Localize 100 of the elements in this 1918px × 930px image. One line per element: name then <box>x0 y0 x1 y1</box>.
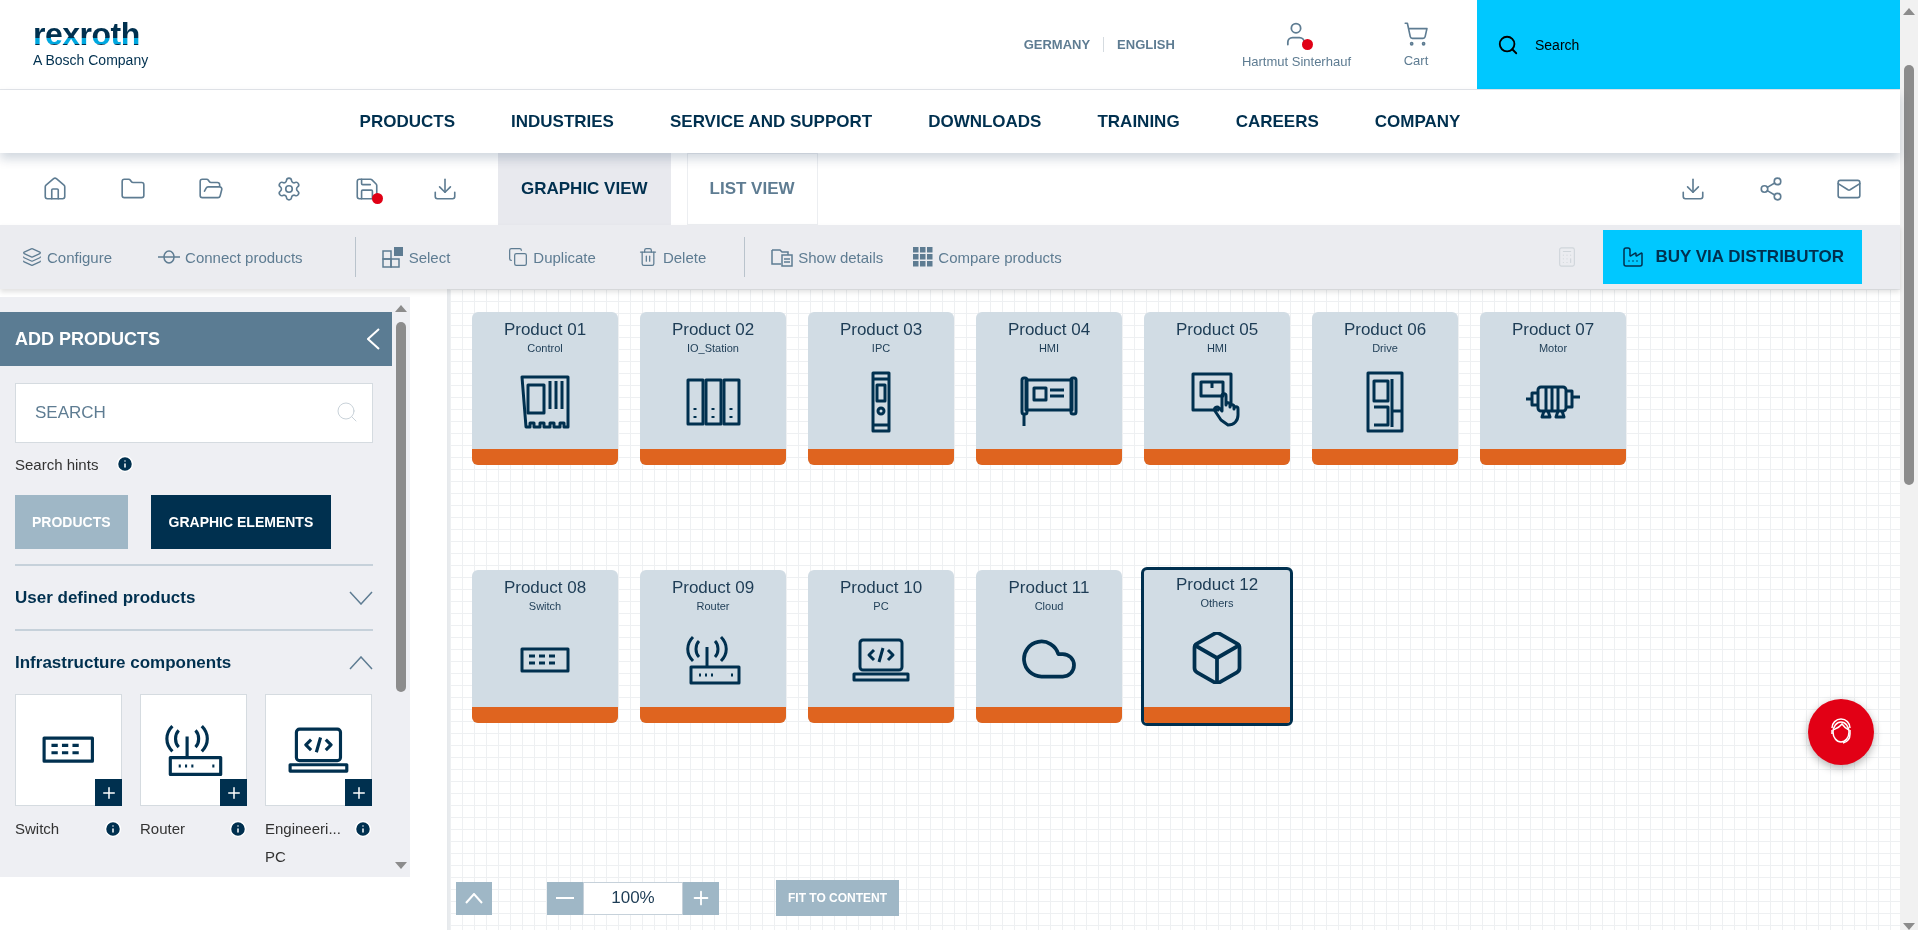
product-node[interactable]: Product 08 Switch <box>472 570 618 723</box>
country-link[interactable]: GERMANY <box>1010 37 1104 52</box>
share-icon <box>1758 176 1784 202</box>
scroll-up-button[interactable] <box>456 881 492 915</box>
search-hints-label: Search hints <box>15 455 99 473</box>
add-button[interactable] <box>95 779 122 806</box>
product-type: Control <box>527 342 563 354</box>
component-label: PC <box>265 847 287 867</box>
product-name: Product 11 <box>1008 578 1090 598</box>
toolbar-action[interactable]: Duplicate <box>508 247 596 267</box>
language-link[interactable]: ENGLISH <box>1103 37 1188 52</box>
component-label: Router <box>140 819 186 839</box>
component-card[interactable] <box>15 694 122 806</box>
toolbar-action[interactable]: Delete <box>637 247 707 267</box>
page-scrollbar[interactable] <box>1900 0 1918 930</box>
nav-link[interactable]: COMPANY <box>1374 111 1461 132</box>
search-bar[interactable]: Search <box>1477 0 1900 89</box>
network-switch-icon <box>520 646 570 673</box>
info-icon[interactable] <box>104 820 122 838</box>
product-type: Drive <box>1372 342 1398 354</box>
buy-via-distributor-button[interactable]: BUY VIA DISTRIBUTOR <box>1603 230 1862 284</box>
user-account-button[interactable]: Hartmut Sinterhauf <box>1235 0 1357 89</box>
cart-button[interactable]: Cart <box>1397 0 1435 89</box>
logo-tagline: A Bosch Company <box>33 52 150 68</box>
toolbar-action[interactable]: Configure <box>22 247 113 267</box>
product-name: Product 07 <box>1511 320 1595 340</box>
product-node[interactable]: Product 09 Router <box>640 570 786 723</box>
search-input[interactable]: Search <box>1533 35 1833 54</box>
motor-icon <box>1524 384 1582 419</box>
zoom-field[interactable]: 100% <box>583 881 683 915</box>
nav-link[interactable]: TRAINING <box>1097 111 1180 132</box>
info-icon[interactable] <box>116 455 135 473</box>
product-name: Product 06 <box>1343 320 1427 340</box>
laptop-code-icon <box>852 637 910 682</box>
accordion-header[interactable]: Infrastructure components <box>15 631 373 694</box>
add-button[interactable] <box>345 779 372 806</box>
module-rack-icon <box>685 377 741 426</box>
home-icon <box>42 176 68 202</box>
chevron-up-icon <box>465 892 483 904</box>
industrial-pc-icon <box>871 370 891 433</box>
cart-icon <box>1403 21 1429 47</box>
product-name: Product 04 <box>1007 320 1091 340</box>
select-grid-icon <box>381 246 404 268</box>
add-button[interactable] <box>220 779 247 806</box>
diagram-canvas[interactable] <box>448 289 1900 930</box>
search-icon <box>1497 33 1519 56</box>
view-tab[interactable]: GRAPHIC VIEW <box>498 153 671 225</box>
download-icon <box>432 176 458 202</box>
zoom-out-button[interactable] <box>547 881 583 915</box>
product-type: IO_Station <box>687 342 739 354</box>
product-type: Cloud <box>1034 600 1064 612</box>
product-node[interactable]: Product 12 Others <box>1141 567 1293 726</box>
factory-icon <box>1621 245 1646 269</box>
product-node[interactable]: Product 07 Motor <box>1480 312 1626 465</box>
collapse-icon[interactable] <box>367 328 380 350</box>
info-icon[interactable] <box>229 820 247 838</box>
product-type: IPC <box>871 342 891 354</box>
support-button[interactable] <box>1808 699 1874 765</box>
component-card[interactable] <box>265 694 372 806</box>
product-type: PC <box>873 600 889 612</box>
product-node[interactable]: Product 11 Cloud <box>976 570 1122 723</box>
product-node[interactable]: Product 06 Drive <box>1312 312 1458 465</box>
zoom-in-button[interactable] <box>683 881 719 915</box>
product-node[interactable]: Product 04 HMI <box>976 312 1122 465</box>
router-icon <box>164 723 223 777</box>
cube-icon <box>1191 632 1243 684</box>
info-icon[interactable] <box>354 820 372 838</box>
search-field[interactable]: SEARCH <box>15 383 373 443</box>
toolbar-action[interactable]: Select <box>381 246 451 268</box>
product-node[interactable]: Product 01 Control <box>472 312 618 465</box>
product-type: Router <box>696 600 730 612</box>
product-node[interactable]: Product 05 HMI <box>1144 312 1290 465</box>
search-icon <box>335 400 359 424</box>
nav-link[interactable]: DOWNLOADS <box>928 111 1042 132</box>
component-card[interactable] <box>140 694 247 806</box>
toolbar-action[interactable]: Compare products <box>913 247 1062 267</box>
panel-title: ADD PRODUCTS <box>15 328 160 350</box>
view-tab[interactable]: LIST VIEW <box>686 153 818 225</box>
toolbar-action[interactable]: Connect products <box>158 248 303 266</box>
settings-icon <box>276 176 302 202</box>
product-node[interactable]: Product 02 IO_Station <box>640 312 786 465</box>
product-type: Others <box>1200 597 1234 609</box>
product-name: Product 01 <box>503 320 587 340</box>
product-node[interactable]: Product 03 IPC <box>808 312 954 465</box>
panel-tab[interactable]: GRAPHIC ELEMENTS <box>150 495 332 549</box>
download-icon <box>1680 176 1706 202</box>
toolbar-action[interactable]: Show details <box>771 247 884 267</box>
accordion-header[interactable]: User defined products <box>15 566 373 629</box>
product-name: Product 10 <box>839 578 923 598</box>
details-icon <box>771 247 794 267</box>
nav-link[interactable]: SERVICE AND SUPPORT <box>669 111 873 132</box>
laptop-code-icon <box>288 726 349 774</box>
trash-icon <box>637 247 658 267</box>
product-node[interactable]: Product 10 PC <box>808 570 954 723</box>
nav-link[interactable]: INDUSTRIES <box>511 111 614 132</box>
save-icon <box>354 176 380 202</box>
duplicate-icon <box>508 247 529 267</box>
nav-link[interactable]: CAREERS <box>1235 111 1319 132</box>
nav-link[interactable]: PRODUCTS <box>359 111 455 132</box>
component-label: Switch <box>15 819 60 839</box>
